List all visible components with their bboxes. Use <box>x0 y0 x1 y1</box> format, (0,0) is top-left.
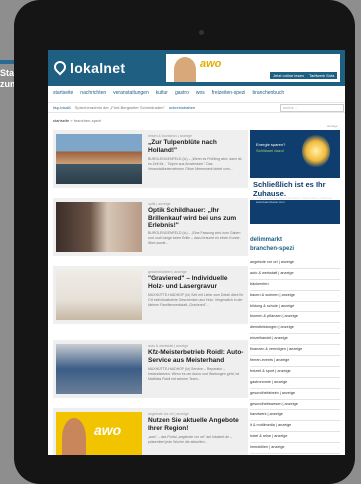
directory-item[interactable]: handwerk | anzeige <box>250 410 340 422</box>
awo-logo: awo <box>94 422 122 438</box>
directory-heading-2[interactable]: branchen-spezi <box>250 246 294 252</box>
directory-item[interactable]: bildung & schule | anzeige <box>250 302 340 313</box>
ad-secondary-button[interactable]: Tarifwerk Sofa <box>306 72 338 79</box>
nav-kultur[interactable]: kultur <box>156 90 168 96</box>
lightbulb-icon <box>302 134 330 168</box>
directory-item[interactable]: it & multimedia | anzeige <box>250 421 340 433</box>
nav-branchenbuch[interactable]: branchenbuch <box>252 90 284 96</box>
article-card[interactable]: awo angebote vor ort | anzeige Nutzen Si… <box>53 408 248 455</box>
nav-gastro[interactable]: gastro <box>175 90 189 96</box>
directory-item[interactable]: gesundheitsbeim | anzeige <box>250 389 340 400</box>
nav-wos[interactable]: wos <box>196 90 205 96</box>
logo-text: lokalnet <box>70 60 126 76</box>
breadcrumb: startseite » branchen-spezi <box>53 118 101 123</box>
article-image: awo <box>56 412 142 455</box>
sub-navigation: lisp-lokal4 Sprecheradmin der „Fünf-Berg… <box>48 102 345 113</box>
article-image <box>56 270 142 320</box>
directory-item[interactable]: finanzen & vermögen | anzeige <box>250 345 340 357</box>
article-card[interactable]: auto & werkstatt | anzeige Kfz-Meisterbe… <box>53 340 248 398</box>
breadcrumb-home[interactable]: startseite <box>53 118 69 123</box>
article-category: reisen & tourismus | anzeige <box>148 134 193 138</box>
ad-label: anzeige <box>327 124 338 128</box>
ad-read-button[interactable]: Jetzt online lesen <box>270 72 307 79</box>
main-navigation: startseite nachrichten veranstaltungen k… <box>48 88 345 98</box>
article-title[interactable]: Optik Schildhauer: „Ihr Brillenkauf wird… <box>148 207 244 230</box>
directory-item[interactable]: dienstleistungen | anzeige <box>250 323 340 335</box>
directory-list: angebote vor ort | anzeige auto & werkst… <box>250 258 340 455</box>
article-category: optik | anzeige <box>148 202 171 206</box>
article-teaser: BURGLENGENFELD (lo) – „Wenn es Frühling … <box>148 157 242 171</box>
article-card[interactable]: reisen & tourismus | anzeige „Zur Tulpen… <box>53 130 248 188</box>
subnav-ticker-link[interactable]: schreinstraben <box>169 105 195 110</box>
article-title[interactable]: "Graviered" – Individuelle Holz- und Las… <box>148 275 244 290</box>
nav-startseite[interactable]: startseite <box>53 90 73 96</box>
article-teaser: BURGLENGENFELD (lo) – „Eine Fassung wird… <box>148 231 241 245</box>
directory-item[interactable]: firmen-events | anzeige <box>250 356 340 367</box>
directory-heading-1[interactable]: delimmarkt <box>250 237 282 243</box>
tablet-frame: lokalnet awo Jetzt online lesen Tarifwer… <box>14 0 355 484</box>
directory-item[interactable]: hotel & reise | anzeige <box>250 432 340 444</box>
directory-item[interactable]: gastronomie | anzeige <box>250 378 340 389</box>
article-title[interactable]: Nutzen Sie aktuelle Angebote Ihrer Regio… <box>148 417 244 432</box>
article-teaser: MAXHÜTTE-HAIDHOF (lo) Service – Reparatu… <box>148 367 240 381</box>
breadcrumb-current: » branchen-spezi <box>70 118 102 123</box>
sidebar-ad-banner[interactable]: Energie sparen? Schlüssel dazu! Schließl… <box>250 130 340 224</box>
article-category: angebote vor ort | anzeige <box>148 412 189 416</box>
ad-brand: awo <box>200 58 222 70</box>
article-image <box>56 344 142 394</box>
search-input[interactable]: suche ... <box>280 104 344 112</box>
ad-line-2: Schlüssel dazu! <box>256 148 285 153</box>
subnav-ticker-text: Sprecheradmin der „Fünf-Bergseiter Schmi… <box>74 105 165 110</box>
location-pin-icon <box>51 58 69 76</box>
person-photo <box>62 418 86 455</box>
ad-footer-text: Wärmebörse bei Ihrem Vermieter | Regensb… <box>256 196 334 204</box>
article-category: geschenkideen | anzeige <box>148 270 187 274</box>
site-logo[interactable]: lokalnet <box>51 58 126 76</box>
article-title[interactable]: Kfz-Meisterbetrieb Roidl: Auto-Service a… <box>148 349 244 364</box>
directory-item[interactable]: bauen & wohnen | anzeige <box>250 291 340 302</box>
nav-nachrichten[interactable]: nachrichten <box>80 90 106 96</box>
article-category: auto & werkstatt | anzeige <box>148 344 189 348</box>
article-title[interactable]: „Zur Tulpenblüte nach Holland!" <box>148 139 244 154</box>
directory-item[interactable]: gesundheitswesen | anzeige <box>250 400 340 411</box>
site-header: lokalnet awo Jetzt online lesen Tarifwer… <box>48 50 345 86</box>
directory-item[interactable]: blumen & pflanzen | anzeige <box>250 312 340 324</box>
nav-freizeiten-spezi[interactable]: freizeiten-spezi <box>212 90 246 96</box>
directory-item[interactable]: auto & werkstatt | anzeige <box>250 269 340 280</box>
person-photo <box>174 57 196 82</box>
camera-icon <box>199 30 204 35</box>
directory-item[interactable]: angebote vor ort | anzeige <box>250 258 340 269</box>
website-screen: lokalnet awo Jetzt online lesen Tarifwer… <box>48 50 345 455</box>
article-card[interactable]: optik | anzeige Optik Schildhauer: „Ihr … <box>53 198 248 256</box>
article-image <box>56 134 142 184</box>
ad-line-1: Energie sparen? <box>256 142 286 147</box>
nav-veranstaltungen[interactable]: veranstaltungen <box>113 90 149 96</box>
header-ad-banner[interactable]: awo Jetzt online lesen Tarifwerk Sofa <box>166 54 340 82</box>
article-card[interactable]: geschenkideen | anzeige "Graviered" – In… <box>53 266 248 324</box>
article-image <box>56 202 142 252</box>
directory-item[interactable]: freizeit & sport | anzeige <box>250 367 340 378</box>
directory-item[interactable]: bäckereien <box>250 280 340 291</box>
directory-item[interactable]: einzelhandel | anzeige <box>250 334 340 346</box>
subnav-home-link[interactable]: lisp-lokal4 <box>53 105 71 110</box>
directory-item[interactable]: immobilien | anzeige <box>250 443 340 455</box>
article-teaser: MAXHÜTTE-HAIDHOF (lo) Seit mit Liebe zum… <box>148 293 244 307</box>
article-teaser: „awo" – das Portal „angebote vor ort" au… <box>148 435 233 444</box>
